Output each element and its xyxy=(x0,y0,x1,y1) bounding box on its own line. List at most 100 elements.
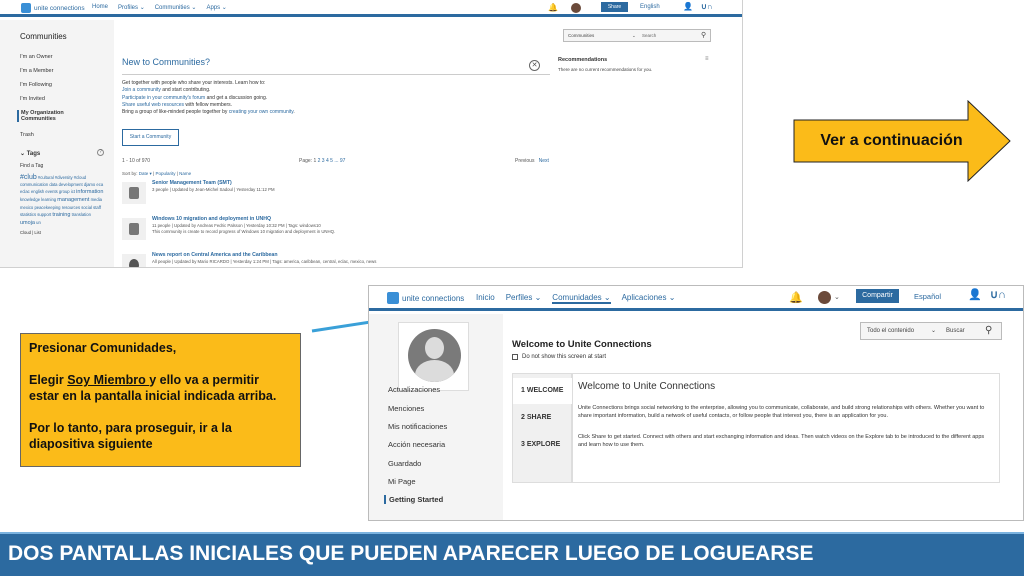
tag-link[interactable]: knowledge xyxy=(20,197,40,202)
forum-link[interactable]: Participate in your community's forum xyxy=(122,95,205,101)
tab-share[interactable]: 2 SHARE xyxy=(513,405,573,431)
checkbox[interactable] xyxy=(512,354,518,360)
tag-link[interactable]: management xyxy=(57,197,89,203)
sidebar-item-menciones[interactable]: Menciones xyxy=(388,404,424,413)
sidebar-item-mi-page[interactable]: Mi Page xyxy=(388,477,416,486)
tag-link[interactable]: events xyxy=(45,189,57,194)
search-bar[interactable]: Todo el contenido ⌄ Buscar ⚲ xyxy=(860,322,1002,340)
list-item[interactable]: Senior Management Team (SMT) 3 people | … xyxy=(122,178,542,208)
join-community-link[interactable]: Join a community xyxy=(122,87,161,93)
search-scope[interactable]: Todo el contenido xyxy=(867,328,914,334)
sidebar-item-owner[interactable]: I'm an Owner xyxy=(20,54,53,60)
sort-name[interactable]: Name xyxy=(179,171,191,176)
tag-link[interactable]: un xyxy=(36,220,41,225)
previous-button[interactable]: Previous xyxy=(515,158,534,164)
menu-icon[interactable]: ≡ xyxy=(705,56,709,62)
user-icon[interactable]: 👤 xyxy=(968,288,982,301)
tag-link[interactable]: resources xyxy=(62,205,80,210)
tag-link[interactable]: eca xyxy=(96,182,103,187)
unite-brand-icon[interactable]: ∪∩ xyxy=(990,288,1006,301)
nav-apps[interactable]: Apps ⌄ xyxy=(206,4,226,11)
find-tag-link[interactable]: Find a Tag xyxy=(20,163,43,169)
avatar[interactable] xyxy=(818,291,831,304)
tab-explore[interactable]: 3 EXPLORE xyxy=(513,432,573,458)
tag-link[interactable]: #diversity xyxy=(55,175,73,180)
tag-link[interactable]: social xyxy=(81,205,92,210)
sidebar-item-notificaciones[interactable]: Mis notificaciones xyxy=(388,422,447,431)
tag-link[interactable]: translation xyxy=(72,212,91,217)
next-button[interactable]: Next xyxy=(539,158,549,164)
cloud-list-toggle[interactable]: Cloud | List xyxy=(20,229,106,236)
create-community-link[interactable]: creating your own community xyxy=(229,109,294,115)
list-item[interactable]: Windows 10 migration and deployment in U… xyxy=(122,214,542,244)
search-bar[interactable]: Communities ⌄ Search ⚲ xyxy=(563,29,711,42)
tags-header[interactable]: ⌄ Tags xyxy=(20,150,40,157)
language-selector[interactable]: English xyxy=(640,4,660,10)
search-scope[interactable]: Communities xyxy=(568,33,594,38)
tag-link[interactable]: mexico xyxy=(20,205,33,210)
bell-icon[interactable]: 🔔 xyxy=(548,3,558,12)
help-icon[interactable]: ? xyxy=(97,149,104,156)
chevron-down-icon[interactable]: ⌄ xyxy=(632,33,636,39)
tag-link[interactable]: communication xyxy=(20,182,48,187)
sidebar-item-member[interactable]: I'm a Member xyxy=(20,68,53,74)
tag-link[interactable]: data xyxy=(49,182,57,187)
search-input[interactable]: Search xyxy=(642,33,656,38)
tag-link[interactable]: #cloud xyxy=(74,175,86,180)
sidebar-item-guardado[interactable]: Guardado xyxy=(388,459,421,468)
tag-link[interactable]: ict xyxy=(71,189,75,194)
share-resources-link[interactable]: Share useful web resources xyxy=(122,102,184,108)
avatar[interactable] xyxy=(571,3,581,13)
dont-show-checkbox[interactable]: Do not show this screen at start xyxy=(512,354,606,360)
community-title[interactable]: Senior Management Team (SMT) xyxy=(152,180,232,186)
tag-link[interactable]: eclac xyxy=(20,189,30,194)
bell-icon[interactable]: 🔔 xyxy=(789,291,803,304)
tag-link[interactable]: group xyxy=(59,189,70,194)
language-selector[interactable]: Español xyxy=(914,292,941,301)
sidebar-item-trash[interactable]: Trash xyxy=(20,132,34,138)
tag-link[interactable]: djamo xyxy=(84,182,95,187)
user-icon[interactable]: 👤 xyxy=(683,2,693,11)
nav-aplicaciones[interactable]: Aplicaciones ⌄ xyxy=(622,293,676,304)
nav-communities[interactable]: Communities ⌄ xyxy=(155,4,197,11)
share-button[interactable]: Share xyxy=(601,2,628,12)
nav-perfiles[interactable]: Perfiles ⌄ xyxy=(506,293,542,304)
sidebar-item-my-organization[interactable]: My Organization Communities xyxy=(17,110,87,122)
tag-link[interactable]: media xyxy=(91,197,102,202)
sidebar-item-actualizaciones[interactable]: Actualizaciones xyxy=(388,385,440,394)
tab-welcome[interactable]: 1 WELCOME xyxy=(513,378,573,404)
tag-link[interactable]: peacekeeping xyxy=(34,205,60,210)
sort-popularity[interactable]: Popularity xyxy=(155,171,175,176)
profile-photo[interactable] xyxy=(398,322,469,391)
community-title[interactable]: Windows 10 migration and deployment in U… xyxy=(152,216,271,222)
share-button[interactable]: Compartir xyxy=(856,289,899,303)
tag-link[interactable]: statistics xyxy=(20,212,36,217)
tag-link[interactable]: #cultural xyxy=(38,175,54,180)
tag-link[interactable]: training xyxy=(52,212,70,218)
chevron-down-icon[interactable]: ⌄ xyxy=(931,327,936,334)
tag-link[interactable]: staff xyxy=(93,205,101,210)
search-icon[interactable]: ⚲ xyxy=(701,31,706,39)
tag-link[interactable]: learning xyxy=(41,197,56,202)
app-logo[interactable]: unite connections xyxy=(21,3,85,13)
sort-date[interactable]: Date ▾ xyxy=(139,171,152,176)
search-icon[interactable]: ⚲ xyxy=(985,325,992,336)
tag-link[interactable]: english xyxy=(31,189,44,194)
page-links[interactable]: 2 3 4 5 ... 97 xyxy=(318,158,346,164)
start-community-button[interactable]: Start a Community xyxy=(122,129,179,146)
nav-comunidades[interactable]: Comunidades ⌄ xyxy=(552,293,611,304)
unite-brand-icon[interactable]: ∪∩ xyxy=(701,2,713,11)
close-icon[interactable]: ✕ xyxy=(529,60,540,71)
tag-link[interactable]: #club xyxy=(20,174,37,181)
app-logo[interactable]: unite connections xyxy=(387,292,464,304)
sidebar-item-getting-started[interactable]: Getting Started xyxy=(384,495,443,504)
tag-link[interactable]: information xyxy=(76,189,103,195)
search-input[interactable]: Buscar xyxy=(946,328,965,334)
list-item[interactable]: News report on Central America and the C… xyxy=(122,250,542,267)
tag-link[interactable]: umoja xyxy=(20,220,35,226)
nav-profiles[interactable]: Profiles ⌄ xyxy=(118,4,145,11)
chevron-down-icon[interactable]: ⌄ xyxy=(834,293,840,301)
nav-home[interactable]: Home xyxy=(92,4,108,11)
community-title[interactable]: News report on Central America and the C… xyxy=(152,252,278,258)
tag-link[interactable]: support xyxy=(37,212,51,217)
